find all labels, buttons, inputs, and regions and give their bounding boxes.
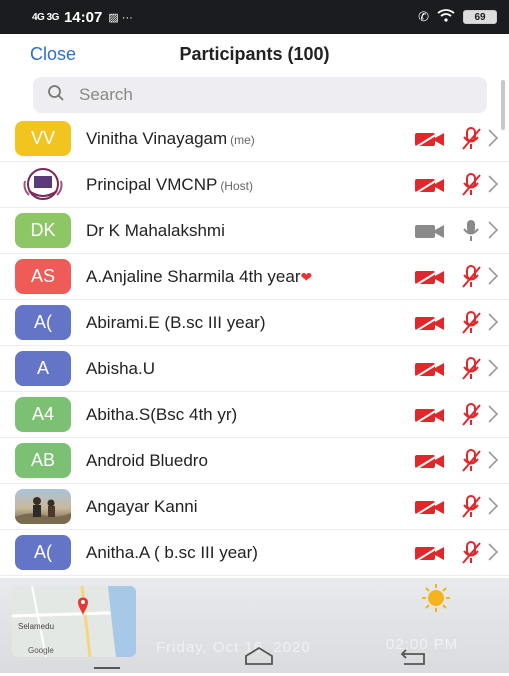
close-button[interactable]: Close bbox=[30, 44, 76, 65]
video-off-icon[interactable] bbox=[414, 314, 446, 337]
participant-row[interactable]: AB Android Bluedro bbox=[0, 438, 509, 484]
mic-muted-icon[interactable] bbox=[460, 310, 482, 341]
avatar: A4 bbox=[15, 397, 71, 432]
video-off-icon[interactable] bbox=[414, 130, 446, 153]
participant-row[interactable]: A Abisha.U bbox=[0, 346, 509, 392]
avatar: VV bbox=[15, 121, 71, 156]
mic-muted-icon[interactable] bbox=[460, 494, 482, 525]
avatar: AS bbox=[15, 259, 71, 294]
participant-row[interactable]: A( Anitha.A ( b.sc III year) bbox=[0, 530, 509, 576]
chevron-right-icon[interactable] bbox=[487, 496, 499, 521]
chevron-right-icon[interactable] bbox=[487, 542, 499, 567]
phone-icon: ✆ bbox=[418, 9, 429, 24]
video-off-icon[interactable] bbox=[414, 268, 446, 291]
avatar bbox=[15, 489, 71, 524]
mic-muted-icon[interactable] bbox=[460, 126, 482, 157]
mic-on-icon[interactable] bbox=[460, 218, 482, 249]
clock: 14:07 bbox=[63, 8, 103, 26]
mic-muted-icon[interactable] bbox=[460, 540, 482, 571]
network-indicator: 4G 3G bbox=[32, 11, 59, 23]
chevron-right-icon[interactable] bbox=[487, 358, 499, 383]
mic-muted-icon[interactable] bbox=[460, 264, 482, 295]
navigation-bar bbox=[0, 640, 509, 673]
chevron-right-icon[interactable] bbox=[487, 266, 499, 291]
participant-name: Anitha.A ( b.sc III year) bbox=[86, 543, 258, 562]
home-nav-button[interactable] bbox=[244, 646, 274, 671]
participant-name: Vinitha Vinayagam (me) bbox=[86, 129, 255, 148]
page-title: Participants (100) bbox=[179, 43, 330, 64]
mic-muted-icon[interactable] bbox=[460, 402, 482, 433]
participant-row[interactable]: A4 Abitha.S(Bsc 4th yr) bbox=[0, 392, 509, 438]
video-off-icon[interactable] bbox=[414, 544, 446, 567]
weather-sun-icon bbox=[420, 584, 452, 617]
participant-row[interactable]: VV Vinitha Vinayagam (me) bbox=[0, 116, 509, 162]
map-place-label: Selamedu bbox=[18, 622, 55, 631]
participants-header: Close Participants (100) bbox=[0, 34, 509, 74]
participant-row[interactable]: A( Abirami.E (B.sc III year) bbox=[0, 300, 509, 346]
participant-name: Dr K Mahalakshmi bbox=[86, 221, 225, 240]
battery-indicator: 69 bbox=[463, 10, 497, 24]
participant-list: VV Vinitha Vinayagam (me) Principal VMCNP… bbox=[0, 116, 509, 576]
chevron-right-icon[interactable] bbox=[487, 450, 499, 475]
status-bar: 4G 3G 14:07 ▨ ··· ✆ 69 bbox=[0, 0, 509, 34]
participant-name: Android Bluedro bbox=[86, 451, 208, 470]
participant-row[interactable]: AS A.Anjaline Sharmila 4th year❤ bbox=[0, 254, 509, 300]
avatar: AB bbox=[15, 443, 71, 478]
participant-tag: (Host) bbox=[220, 179, 253, 193]
mic-muted-icon[interactable] bbox=[460, 356, 482, 387]
participant-name: Angayar Kanni bbox=[86, 497, 198, 516]
chevron-right-icon[interactable] bbox=[487, 128, 499, 153]
video-on-icon[interactable] bbox=[414, 222, 446, 245]
heart-icon: ❤ bbox=[300, 269, 313, 285]
participant-row[interactable]: DK Dr K Mahalakshmi bbox=[0, 208, 509, 254]
participant-name: Abitha.S(Bsc 4th yr) bbox=[86, 405, 238, 424]
profile-photo-icon bbox=[15, 497, 71, 524]
participant-row[interactable]: Angayar Kanni bbox=[0, 484, 509, 530]
video-off-icon[interactable] bbox=[414, 406, 446, 429]
search-placeholder: Search bbox=[79, 85, 133, 104]
search-input[interactable]: Search bbox=[33, 77, 487, 113]
participant-name: Abirami.E (B.sc III year) bbox=[86, 313, 266, 332]
video-off-icon[interactable] bbox=[414, 452, 446, 475]
menu-nav-button[interactable] bbox=[94, 658, 120, 676]
video-off-icon[interactable] bbox=[414, 360, 446, 383]
chevron-right-icon[interactable] bbox=[487, 404, 499, 429]
mic-muted-icon[interactable] bbox=[460, 448, 482, 479]
avatar bbox=[15, 167, 71, 202]
chevron-right-icon[interactable] bbox=[487, 174, 499, 199]
participant-row[interactable]: Principal VMCNP (Host) bbox=[0, 162, 509, 208]
participant-tag: (me) bbox=[230, 133, 255, 147]
participant-name: Principal VMCNP (Host) bbox=[86, 175, 253, 194]
avatar: DK bbox=[15, 213, 71, 248]
avatar: A( bbox=[15, 535, 71, 570]
chevron-right-icon[interactable] bbox=[487, 312, 499, 337]
search-icon bbox=[47, 84, 79, 107]
mic-muted-icon[interactable] bbox=[460, 172, 482, 203]
video-off-icon[interactable] bbox=[414, 176, 446, 199]
participant-name: Abisha.U bbox=[86, 359, 155, 378]
chevron-right-icon[interactable] bbox=[487, 220, 499, 245]
college-logo-icon bbox=[23, 168, 63, 200]
notification-icons: ▨ ··· bbox=[108, 11, 133, 24]
video-off-icon[interactable] bbox=[414, 498, 446, 521]
avatar: A( bbox=[15, 305, 71, 340]
participant-name: A.Anjaline Sharmila 4th year❤ bbox=[86, 267, 313, 286]
avatar: A bbox=[15, 351, 71, 386]
back-nav-button[interactable] bbox=[400, 648, 428, 671]
wifi-icon bbox=[437, 9, 455, 25]
